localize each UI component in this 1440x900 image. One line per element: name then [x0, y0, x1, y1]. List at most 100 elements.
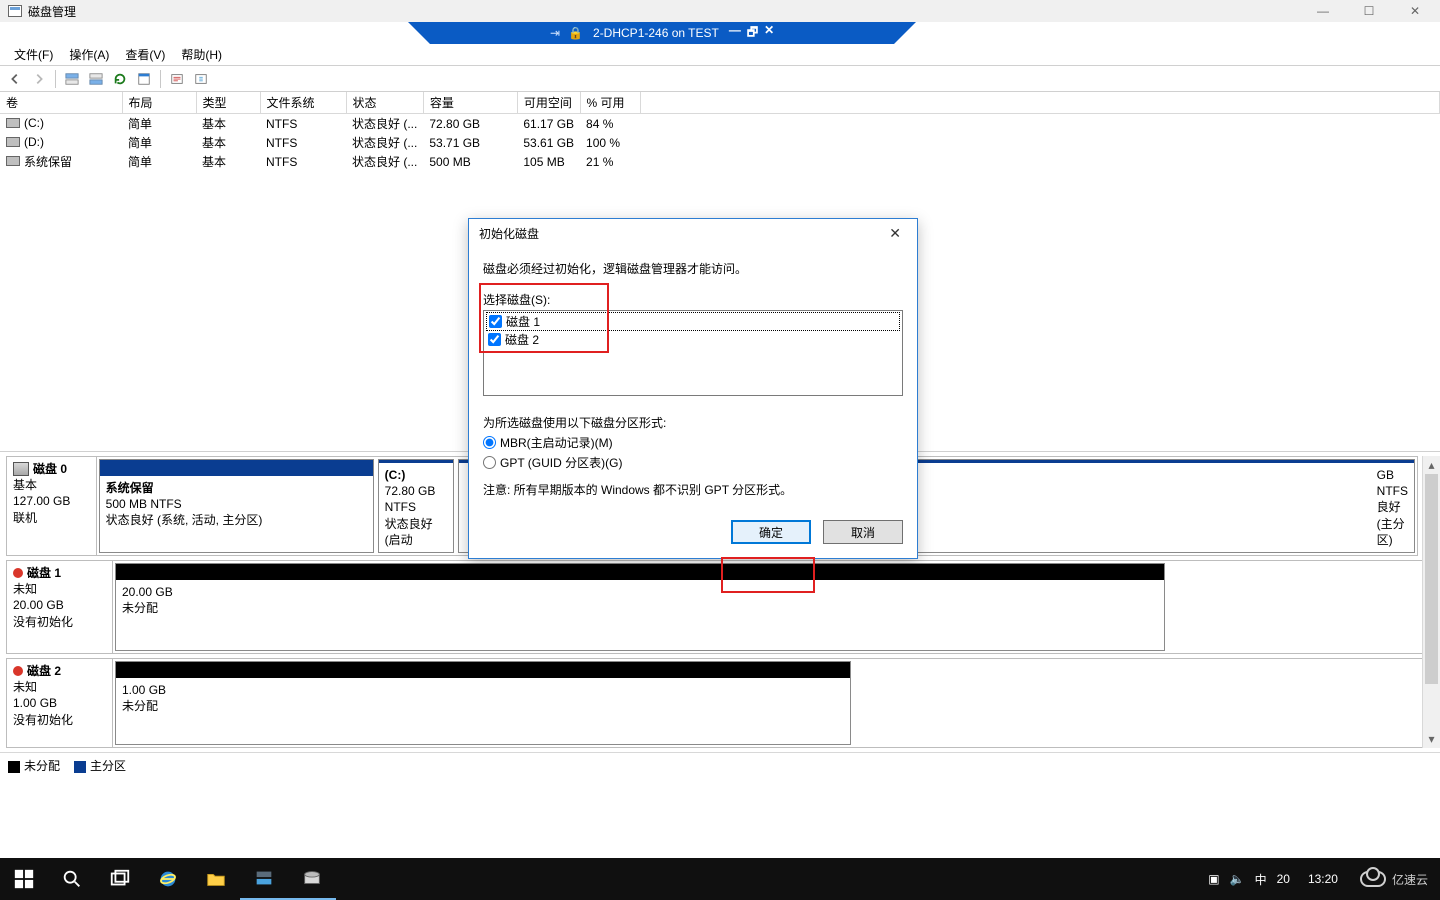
cancel-button[interactable]: 取消 [823, 520, 903, 544]
partition-color-bar [116, 662, 850, 678]
vm-close-button[interactable]: ✕ [764, 23, 774, 44]
col-volume[interactable]: 卷 [0, 92, 122, 114]
volume-icon [6, 118, 20, 128]
ime-indicator[interactable]: 中 [1255, 871, 1267, 888]
dialog-close-button[interactable]: ✕ [883, 225, 907, 242]
disk-select-list: 磁盘 1 磁盘 2 [483, 310, 903, 396]
ok-button[interactable]: 确定 [731, 520, 811, 544]
disk-pane-2[interactable]: 磁盘 2未知1.00 GB没有初始化1.00 GB未分配 [6, 658, 1434, 748]
col-layout[interactable]: 布局 [122, 92, 196, 114]
network-icon[interactable]: ▣ [1208, 872, 1219, 886]
disk-checkbox-2[interactable]: 磁盘 2 [486, 331, 900, 348]
taskbar-ie-icon[interactable] [144, 858, 192, 900]
refresh-button[interactable] [109, 69, 131, 89]
menu-help[interactable]: 帮助(H) [175, 44, 228, 65]
checkbox-disk-1[interactable] [489, 315, 502, 328]
col-filesystem[interactable]: 文件系统 [260, 92, 346, 114]
watermark: 亿速云 [1348, 871, 1440, 888]
dialog-note: 注意: 所有早期版本的 Windows 都不识别 GPT 分区形式。 [483, 481, 903, 498]
disk-checkbox-1[interactable]: 磁盘 1 [486, 312, 900, 331]
vm-console-tab-strip: ⇥ 🔒 2-DHCP1-246 on TEST — 🗗 ✕ [0, 22, 1440, 44]
vm-maximize-button[interactable]: 🗗 [747, 23, 758, 44]
radio-gpt[interactable] [483, 456, 496, 469]
outer-close-button[interactable]: ✕ [1392, 0, 1438, 22]
outer-minimize-button[interactable]: — [1300, 0, 1346, 22]
partition-block[interactable]: (C:)72.80 GB NTFS状态良好 (启动 [378, 459, 454, 553]
partition-style-label: 为所选磁盘使用以下磁盘分区形式: [483, 414, 903, 431]
legend-primary: 主分区 [90, 759, 126, 773]
system-tray[interactable]: ▣ 🔈 中 20 [1200, 871, 1298, 888]
initialize-disk-dialog: 初始化磁盘 ✕ 磁盘必须经过初始化，逻辑磁盘管理器才能访问。 选择磁盘(S): … [468, 218, 918, 559]
dialog-intro: 磁盘必须经过初始化，逻辑磁盘管理器才能访问。 [483, 260, 903, 277]
partition-body: 20.00 GB未分配 [116, 580, 1164, 650]
legend-unallocated: 未分配 [24, 759, 60, 773]
volume-icon[interactable]: 🔈 [1230, 872, 1245, 886]
properties-button[interactable] [133, 69, 155, 89]
disk-label: 磁盘 1未知20.00 GB没有初始化 [7, 561, 113, 653]
scroll-thumb[interactable] [1425, 474, 1438, 684]
radio-mbr[interactable] [483, 436, 496, 449]
error-icon [13, 666, 23, 676]
outer-window-titlebar: 磁盘管理 — ☐ ✕ [0, 0, 1440, 22]
col-spacer [640, 92, 1439, 114]
pin-icon[interactable]: ⇥ [550, 26, 560, 40]
nav-back-button[interactable] [4, 69, 26, 89]
volume-icon [6, 156, 20, 166]
lock-icon: 🔒 [568, 26, 583, 40]
taskbar-server-manager-icon[interactable] [240, 858, 288, 900]
partition-color-bar [116, 564, 1164, 580]
disk-label: 磁盘 0基本127.00 GB联机 [7, 457, 97, 555]
task-view-button[interactable] [96, 858, 144, 900]
partition-block[interactable]: 1.00 GB未分配 [115, 661, 851, 745]
vm-console-title: 2-DHCP1-246 on TEST [593, 26, 719, 40]
taskbar-explorer-icon[interactable] [192, 858, 240, 900]
menu-file[interactable]: 文件(F) [8, 44, 59, 65]
window-title: 磁盘管理 [28, 3, 76, 20]
search-button[interactable] [48, 858, 96, 900]
partition-block[interactable]: 系统保留500 MB NTFS状态良好 (系统, 活动, 主分区) [99, 459, 374, 553]
diskmgmt-icon [8, 5, 22, 17]
view-top-button[interactable] [61, 69, 83, 89]
vm-console-tab[interactable]: ⇥ 🔒 2-DHCP1-246 on TEST — 🗗 ✕ [430, 22, 894, 44]
start-button[interactable] [0, 858, 48, 900]
settings-button[interactable] [166, 69, 188, 89]
radio-gpt-row[interactable]: GPT (GUID 分区表)(G) [483, 454, 903, 471]
scroll-up-button[interactable]: ▴ [1423, 456, 1440, 474]
help-button[interactable] [190, 69, 212, 89]
menu-action[interactable]: 操作(A) [63, 44, 115, 65]
dialog-title: 初始化磁盘 [479, 225, 539, 242]
disk-pane-1[interactable]: 磁盘 1未知20.00 GB没有初始化20.00 GB未分配 [6, 560, 1434, 654]
taskbar-clock[interactable]: 13:20 [1298, 872, 1348, 886]
toolbar [0, 66, 1440, 92]
radio-mbr-row[interactable]: MBR(主启动记录)(M) [483, 434, 903, 451]
col-type[interactable]: 类型 [196, 92, 260, 114]
partition-body: 1.00 GB未分配 [116, 678, 850, 744]
taskbar: ▣ 🔈 中 20 13:20 亿速云 [0, 858, 1440, 900]
error-icon [13, 568, 23, 578]
select-disk-label: 选择磁盘(S): [483, 291, 903, 308]
disk-cylinder-icon [13, 462, 29, 476]
partition-color-bar [100, 460, 373, 476]
col-free[interactable]: 可用空间 [517, 92, 580, 114]
scroll-down-button[interactable]: ▾ [1423, 730, 1440, 748]
legend: 未分配 主分区 [0, 752, 1440, 778]
col-percent-free[interactable]: % 可用 [580, 92, 640, 114]
tray-pretext: 20 [1277, 872, 1290, 886]
partition-body: (C:)72.80 GB NTFS状态良好 (启动 [379, 463, 453, 552]
volume-row[interactable]: (C:)简单基本NTFS状态良好 (...72.80 GB61.17 GB84 … [0, 114, 1440, 134]
outer-maximize-button[interactable]: ☐ [1346, 0, 1392, 22]
menu-view[interactable]: 查看(V) [119, 44, 171, 65]
col-status[interactable]: 状态 [346, 92, 423, 114]
cloud-icon [1360, 871, 1386, 887]
taskbar-diskmgmt-icon[interactable] [288, 858, 336, 900]
partition-block[interactable]: 20.00 GB未分配 [115, 563, 1165, 651]
nav-forward-button[interactable] [28, 69, 50, 89]
col-capacity[interactable]: 容量 [423, 92, 517, 114]
checkbox-disk-2[interactable] [488, 333, 501, 346]
volume-row[interactable]: (D:)简单基本NTFS状态良好 (...53.71 GB53.61 GB100… [0, 133, 1440, 152]
vm-minimize-button[interactable]: — [729, 23, 741, 44]
volume-row[interactable]: 系统保留简单基本NTFS状态良好 (...500 MB105 MB21 % [0, 152, 1440, 171]
disk-label: 磁盘 2未知1.00 GB没有初始化 [7, 659, 113, 747]
view-bottom-button[interactable] [85, 69, 107, 89]
partition-body: 系统保留500 MB NTFS状态良好 (系统, 活动, 主分区) [100, 476, 373, 552]
